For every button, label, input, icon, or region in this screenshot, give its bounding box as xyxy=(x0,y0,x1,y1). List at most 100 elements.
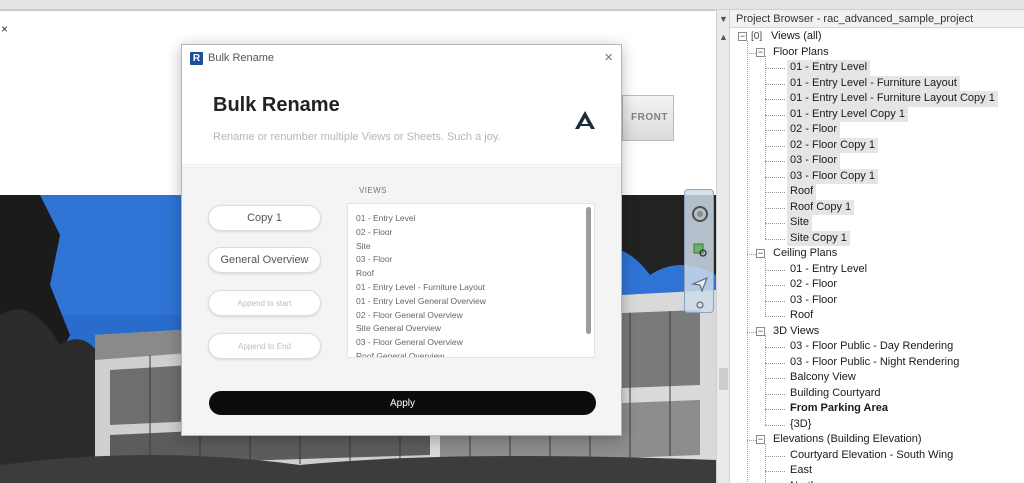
close-icon[interactable]: × xyxy=(604,49,613,66)
collapse-toggle-icon[interactable]: − xyxy=(756,326,765,336)
view-list-item[interactable]: 01 - Entry Level - Furniture Layout xyxy=(356,282,485,292)
zoom-region-icon[interactable] xyxy=(690,240,710,260)
tree-connector xyxy=(747,331,756,333)
tree-view-item[interactable]: {3D} xyxy=(787,417,814,433)
tree-node-views-all[interactable]: Views (all) xyxy=(768,29,825,45)
tree-connector xyxy=(765,83,785,85)
tree-view-item[interactable]: Building Courtyard xyxy=(787,386,884,402)
tree-connector xyxy=(765,424,785,426)
viewcube[interactable]: FRONT xyxy=(622,95,674,141)
tree-view-item[interactable]: Roof xyxy=(787,308,816,324)
tree-connector xyxy=(765,114,785,116)
dialog-subtitle: Rename or renumber multiple Views or She… xyxy=(213,131,501,143)
panel-splitter[interactable]: ▼ ▲ xyxy=(716,10,730,483)
dialog-window-title: Bulk Rename xyxy=(208,52,275,64)
archi-lab-logo-icon xyxy=(575,111,595,129)
navigation-bar xyxy=(684,189,714,313)
tree-connector xyxy=(765,471,785,472)
tree-view-item[interactable]: Roof xyxy=(787,184,817,200)
tree-view-item[interactable]: East xyxy=(787,463,815,479)
tree-view-item[interactable]: 02 - Floor Copy 1 xyxy=(787,137,878,153)
tree-view-item[interactable]: 01 - Entry Level Copy 1 xyxy=(787,106,908,122)
dialog-body: Copy 1 General Overview Append to start … xyxy=(182,166,621,435)
navbar-options-icon[interactable] xyxy=(690,298,710,312)
append-end-input[interactable]: Append to End xyxy=(208,333,321,359)
view-list-item[interactable]: 02 - Floor General Overview xyxy=(356,310,463,320)
tree-view-item[interactable]: 01 - Entry Level - Furniture Layout Copy… xyxy=(787,91,998,107)
apply-button-label: Apply xyxy=(389,397,415,409)
tree-group-label[interactable]: 3D Views xyxy=(770,324,822,340)
tree-view-item[interactable]: Courtyard Elevation - South Wing xyxy=(787,448,956,464)
tree-connector xyxy=(765,56,766,239)
tree-group-label[interactable]: Elevations (Building Elevation) xyxy=(770,432,925,448)
view-list-item[interactable]: 02 - Floor xyxy=(356,227,392,237)
tree-view-item[interactable]: 01 - Entry Level - Furniture Layout xyxy=(787,75,960,91)
collapse-toggle-icon[interactable]: − xyxy=(756,435,765,444)
tree-view-item[interactable]: 01 - Entry Level xyxy=(787,60,871,76)
tree-connector xyxy=(765,300,785,302)
collapse-toggle-icon[interactable]: − xyxy=(738,32,747,41)
tree-view-item[interactable]: 03 - Floor xyxy=(787,153,841,169)
tree-connector xyxy=(765,99,785,100)
views-list[interactable]: 01 - Entry Level 02 - Floor Site 03 - Floor… xyxy=(347,203,595,358)
views-label: VIEWS xyxy=(359,186,387,195)
scroll-up-icon[interactable]: ▲ xyxy=(719,32,728,42)
tree-view-item[interactable]: From Parking Area xyxy=(787,401,891,417)
find-text-input[interactable]: Copy 1 xyxy=(208,205,321,231)
tree-view-item[interactable]: 03 - Floor xyxy=(787,293,840,309)
tree-connector xyxy=(765,161,785,162)
tree-connector xyxy=(765,455,785,457)
tree-connector xyxy=(765,176,785,178)
find-text-value: Copy 1 xyxy=(247,212,282,224)
replace-text-value: General Overview xyxy=(220,254,309,266)
tree-view-item[interactable]: 02 - Floor xyxy=(787,277,840,293)
tree-connector xyxy=(765,130,785,131)
view-list-item[interactable]: 01 - Entry Level General Overview xyxy=(356,296,486,306)
tree-view-item[interactable]: 03 - Floor Public - Day Rendering xyxy=(787,339,956,355)
tree-view-item[interactable]: Balcony View xyxy=(787,370,859,386)
tree-connector xyxy=(765,207,785,209)
tree-view-item[interactable]: 03 - Floor Copy 1 xyxy=(787,168,878,184)
collapse-toggle-icon[interactable]: − xyxy=(756,249,765,258)
tree-connector xyxy=(747,254,756,255)
tree-view-item[interactable]: Site xyxy=(787,215,812,231)
tree-connector xyxy=(747,440,756,441)
dialog-header: Bulk Rename Rename or renumber multiple … xyxy=(182,73,621,165)
tree-view-item[interactable]: Site Copy 1 xyxy=(787,230,850,246)
tree-view-item[interactable]: 02 - Floor xyxy=(787,122,841,138)
tree-connector xyxy=(747,40,748,483)
collapse-toggle-icon[interactable]: − xyxy=(756,47,765,57)
tree-connector xyxy=(765,393,785,395)
replace-text-input[interactable]: General Overview xyxy=(208,247,321,273)
apply-button[interactable]: Apply xyxy=(209,391,596,415)
tree-connector xyxy=(765,378,785,379)
tree-connector xyxy=(765,443,766,483)
tree-group-label[interactable]: Ceiling Plans xyxy=(770,246,840,262)
tree-view-item[interactable]: 01 - Entry Level xyxy=(787,262,870,278)
view-list-item[interactable]: Roof General Overview xyxy=(356,351,444,357)
tree-connector xyxy=(765,347,785,348)
view-list-item[interactable]: Site General Overview xyxy=(356,323,441,333)
tree-view-item[interactable]: 03 - Floor Public - Night Rendering xyxy=(787,355,962,371)
project-browser-title: Project Browser - rac_advanced_sample_pr… xyxy=(730,10,1024,28)
view-list-item[interactable]: 03 - Floor General Overview xyxy=(356,337,463,347)
panel-menu-icon[interactable]: ▼ xyxy=(719,14,728,24)
steering-wheel-icon[interactable] xyxy=(690,204,710,224)
view-list-item[interactable]: 01 - Entry Level xyxy=(356,213,416,223)
dialog-titlebar: R Bulk Rename × xyxy=(182,45,621,73)
tree-connector xyxy=(747,52,756,54)
close-view-icon[interactable]: × xyxy=(1,23,8,35)
tree-connector xyxy=(765,285,785,286)
tree-view-item[interactable]: North xyxy=(787,479,820,483)
view-list-item[interactable]: Roof xyxy=(356,268,374,278)
append-end-placeholder: Append to End xyxy=(238,341,291,351)
look-icon[interactable] xyxy=(690,274,710,294)
tree-connector xyxy=(765,145,785,147)
append-start-input[interactable]: Append to start xyxy=(208,290,321,316)
tree-group-label[interactable]: Floor Plans xyxy=(770,45,832,61)
splitter-scroll-thumb[interactable] xyxy=(719,368,728,390)
view-list-item[interactable]: 03 - Floor xyxy=(356,254,392,264)
view-list-item[interactable]: Site xyxy=(356,241,371,251)
views-list-scrollbar[interactable] xyxy=(586,207,591,334)
tree-view-item[interactable]: Roof Copy 1 xyxy=(787,199,855,215)
